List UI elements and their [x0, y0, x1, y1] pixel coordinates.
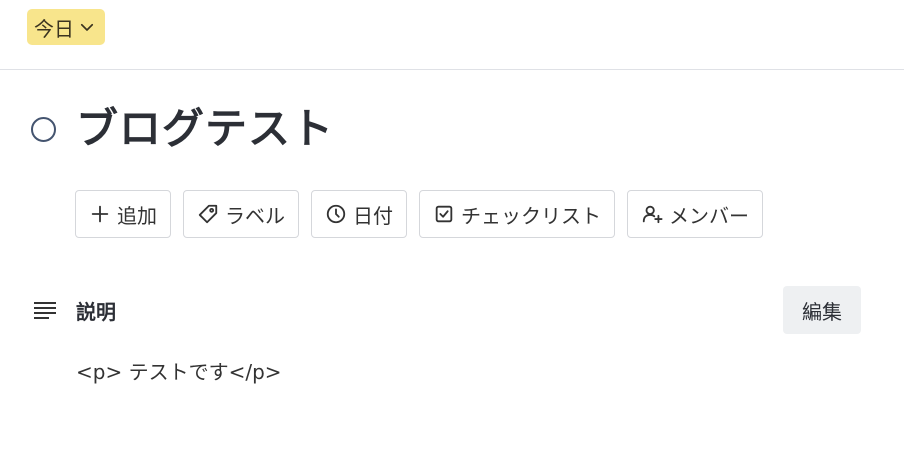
list-name: 今日 — [34, 16, 74, 41]
checkbox-icon — [435, 205, 453, 223]
add-person-icon — [642, 205, 663, 224]
date-button-label: 日付 — [353, 205, 393, 228]
edit-description-button[interactable]: 編集 — [783, 286, 861, 334]
clock-icon — [326, 204, 346, 224]
card-header-bar: 今日 — [0, 0, 904, 70]
date-button[interactable]: 日付 — [311, 190, 407, 238]
add-button-label: 追加 — [117, 205, 157, 228]
plus-icon — [91, 205, 109, 223]
checklist-button-label: チェックリスト — [461, 205, 601, 228]
add-button[interactable]: 追加 — [75, 190, 171, 238]
tag-icon — [198, 204, 218, 224]
text-lines-icon — [34, 302, 56, 319]
members-button-label: メンバー — [669, 205, 749, 228]
complete-toggle[interactable] — [31, 116, 56, 142]
label-button-label: ラベル — [225, 205, 285, 228]
description-header: 説明 編集 — [33, 286, 861, 334]
members-button[interactable]: メンバー — [627, 190, 763, 238]
list-selector[interactable]: 今日 — [27, 9, 105, 45]
card-actions: 追加 ラベル 日付 チェックリスト メンバー — [75, 190, 763, 238]
label-button[interactable]: ラベル — [183, 190, 299, 238]
description-content[interactable]: <p> テストです</p> — [76, 356, 282, 385]
card-title-row: ブログテスト — [31, 100, 334, 158]
checklist-button[interactable]: チェックリスト — [419, 190, 615, 238]
card-title[interactable]: ブログテスト — [76, 100, 334, 158]
description-heading: 説明 — [76, 299, 116, 324]
chevron-down-icon — [80, 23, 94, 31]
